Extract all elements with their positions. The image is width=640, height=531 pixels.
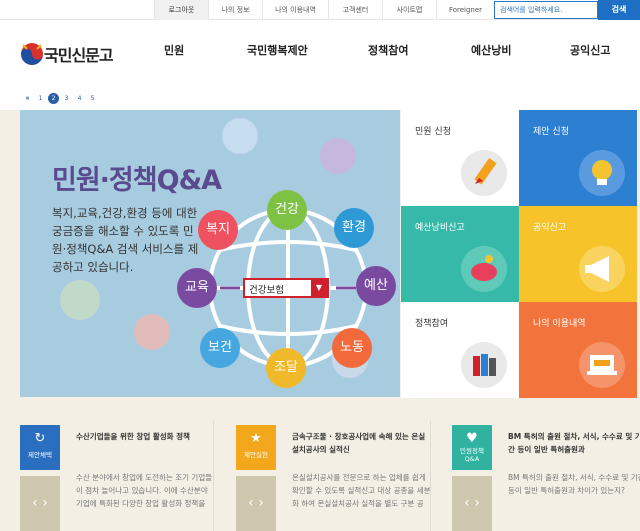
- card-body: 온실설치공사를 전문으로 하는 업체를 쉽게 확인할 수 있도록 실적신고 대상…: [292, 473, 431, 508]
- my-info-link[interactable]: 나의 정보: [208, 0, 262, 20]
- laptop-icon: [579, 342, 625, 388]
- pencil-icon: [461, 150, 507, 196]
- topic-welfare[interactable]: 복지: [198, 210, 238, 250]
- tile-label: 나의 이용내역: [533, 319, 586, 329]
- tile-public-interest-report[interactable]: 공익신고: [519, 206, 637, 302]
- pager-item-3[interactable]: 3: [61, 93, 72, 104]
- card-nav-arrows[interactable]: ‹ ›: [452, 476, 492, 531]
- utility-bar: 로그아웃 나의 정보 나의 이용내역 고객센터 사이트맵 Foreigner 검…: [0, 0, 640, 20]
- main-header: 국민신문고 민원 국민행복제안 정책참여 예산낭비 공익신고: [0, 20, 640, 88]
- foreigner-link[interactable]: Foreigner: [436, 0, 494, 20]
- topic-procurement[interactable]: 조달: [266, 348, 306, 388]
- logo-emblem-icon: [21, 43, 43, 65]
- tile-label: 공익신고: [533, 223, 567, 233]
- badge-proposal-realized: ★ 제안실현: [236, 425, 276, 470]
- hero-title: 민원·정책Q&A: [52, 165, 222, 196]
- card-body: BM 특허의 출원 절차, 서식, 수수료 및 기간 등이 일반 특허출원과 차…: [508, 473, 640, 495]
- news-card-proposal-realized[interactable]: ★ 제안실현 금속구조물 · 창호공사업에 속해 있는 온실설치공사의 실적신 …: [236, 425, 432, 531]
- badge-policy-qa: ♥ 민원정책 Q&A: [452, 425, 492, 470]
- card-body: 수산 분야에서 창업에 도전하는 조기 기업들이 점차 늘어나고 있습니다. 이…: [76, 473, 213, 508]
- topic-public-health[interactable]: 보건: [200, 328, 240, 368]
- badge-proposal-adopted: ↻ 제안채택: [20, 425, 60, 470]
- pause-icon[interactable]: ⏸: [22, 93, 33, 104]
- tile-proposal-application[interactable]: 제안 신청: [519, 110, 637, 206]
- nav-happiness-proposal[interactable]: 국민행복제안: [247, 42, 308, 58]
- tile-budget-waste-report[interactable]: 예산낭비신고: [401, 206, 519, 302]
- nav-civil-complaint[interactable]: 민원: [164, 42, 184, 58]
- topic-education[interactable]: 교육: [177, 268, 217, 308]
- pager-item-4[interactable]: 4: [74, 93, 85, 104]
- pager-item-1[interactable]: 1: [35, 93, 46, 104]
- megaphone-icon: [579, 246, 625, 292]
- search-input[interactable]: 검색어를 입력하세요.: [494, 1, 598, 19]
- hero-description: 복지,교육,건강,환경 등에 대한 궁금증을 해소할 수 있도록 민원·정책Q&…: [52, 206, 199, 274]
- card-title[interactable]: BM 특허의 출원 절차, 서식, 수수료 및 기간 등이 일반 특허출원과: [508, 430, 640, 456]
- card-nav-arrows[interactable]: ‹ ›: [236, 476, 276, 531]
- card-title[interactable]: 금속구조물 · 창호공사업에 속해 있는 온실설치공사의 실적신: [292, 430, 432, 456]
- books-icon: [461, 342, 507, 388]
- tile-label: 정책참여: [415, 319, 449, 329]
- pager-item-2[interactable]: 2: [48, 93, 59, 104]
- card-title[interactable]: 수산기업들을 위한 창업 활성화 정책: [76, 430, 216, 443]
- tile-civil-application[interactable]: 민원 신청: [401, 110, 519, 206]
- search-button[interactable]: 검색: [598, 0, 640, 20]
- topic-budget[interactable]: 예산: [356, 266, 396, 306]
- hero-banner[interactable]: 민원·정책Q&A 복지,교육,건강,환경 등에 대한 궁금증을 해소할 수 있도…: [20, 110, 400, 397]
- topic-health[interactable]: 건강: [267, 190, 307, 230]
- chevron-down-icon: ▼: [311, 280, 327, 296]
- star-icon: ★: [250, 431, 262, 446]
- tile-my-history[interactable]: 나의 이용내역: [519, 302, 637, 398]
- lightbulb-icon: [579, 150, 625, 196]
- customer-center-link[interactable]: 고객센터: [328, 0, 382, 20]
- badge-label: 민원정책 Q&A: [460, 447, 484, 463]
- site-logo[interactable]: 국민신문고: [18, 36, 128, 72]
- refresh-icon: ↻: [34, 431, 46, 446]
- piggy-bank-icon: [461, 246, 507, 292]
- logo-text: 국민신문고: [44, 46, 114, 65]
- card-nav-arrows[interactable]: ‹ ›: [20, 476, 60, 531]
- sitemap-link[interactable]: 사이트맵: [382, 0, 436, 20]
- my-history-link[interactable]: 나의 이용내역: [262, 0, 328, 20]
- news-card-policy-qa[interactable]: ♥ 민원정책 Q&A BM 특허의 출원 절차, 서식, 수수료 및 기간 등이…: [452, 425, 640, 531]
- nav-budget-waste[interactable]: 예산낭비: [471, 42, 511, 58]
- news-card-proposal-adopted[interactable]: ↻ 제안채택 수산기업들을 위한 창업 활성화 정책 수산 분야에서 창업에 도…: [20, 425, 216, 531]
- badge-label: 제안채택: [28, 451, 52, 459]
- logout-link[interactable]: 로그아웃: [154, 0, 208, 20]
- tile-label: 제안 신청: [533, 127, 569, 137]
- badge-label: 제안실현: [244, 451, 268, 459]
- tile-label: 민원 신청: [415, 127, 451, 137]
- topic-environment[interactable]: 환경: [334, 208, 374, 248]
- topic-select-value: 건강보험: [249, 285, 284, 296]
- pager-item-5[interactable]: 5: [87, 93, 98, 104]
- tile-label: 예산낭비신고: [415, 223, 465, 233]
- topic-select[interactable]: 건강보험 ▼: [243, 278, 329, 298]
- tile-policy-participation[interactable]: 정책참여: [401, 302, 519, 398]
- nav-policy-participation[interactable]: 정책참여: [368, 42, 408, 58]
- nav-public-interest-report[interactable]: 공익신고: [570, 42, 610, 58]
- topic-labor[interactable]: 노동: [332, 328, 372, 368]
- heart-icon: ♥: [466, 431, 478, 446]
